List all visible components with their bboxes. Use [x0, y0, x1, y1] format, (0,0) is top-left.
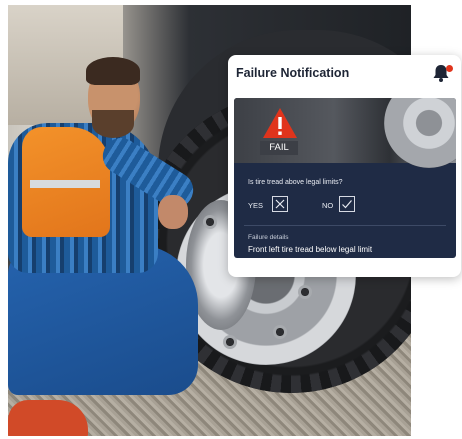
- no-option-label: NO: [322, 201, 334, 210]
- vest-reflective-stripe: [30, 180, 100, 188]
- lug-nut: [298, 285, 312, 299]
- yes-checkbox[interactable]: [272, 196, 288, 212]
- lug-nut: [273, 325, 287, 339]
- x-mark-icon: [275, 199, 285, 209]
- inspection-panel: FAIL Is tire tread above legal limits? Y…: [234, 98, 456, 258]
- mechanic-beard: [92, 110, 134, 138]
- card-title: Failure Notification: [236, 66, 350, 80]
- lug-nut: [203, 215, 217, 229]
- warning-icon: [263, 108, 297, 138]
- fail-status-label: FAIL: [260, 141, 298, 155]
- mechanic-hair: [86, 57, 140, 85]
- notification-badge: [446, 65, 453, 72]
- failure-notification-card: Failure Notification FAIL Is tire tread …: [228, 55, 461, 277]
- failure-details-label: Failure details: [248, 234, 289, 241]
- inspection-question: Is tire tread above legal limits?: [248, 179, 343, 186]
- check-icon: [342, 200, 352, 209]
- no-checkbox[interactable]: [339, 196, 355, 212]
- yes-option-label: YES: [248, 201, 264, 210]
- mechanic-shoe: [8, 400, 88, 436]
- mechanic-hand: [158, 195, 188, 229]
- failure-details-text: Front left tire tread below legal limit: [248, 245, 373, 254]
- lug-nut: [223, 335, 237, 349]
- panel-divider: [244, 225, 446, 226]
